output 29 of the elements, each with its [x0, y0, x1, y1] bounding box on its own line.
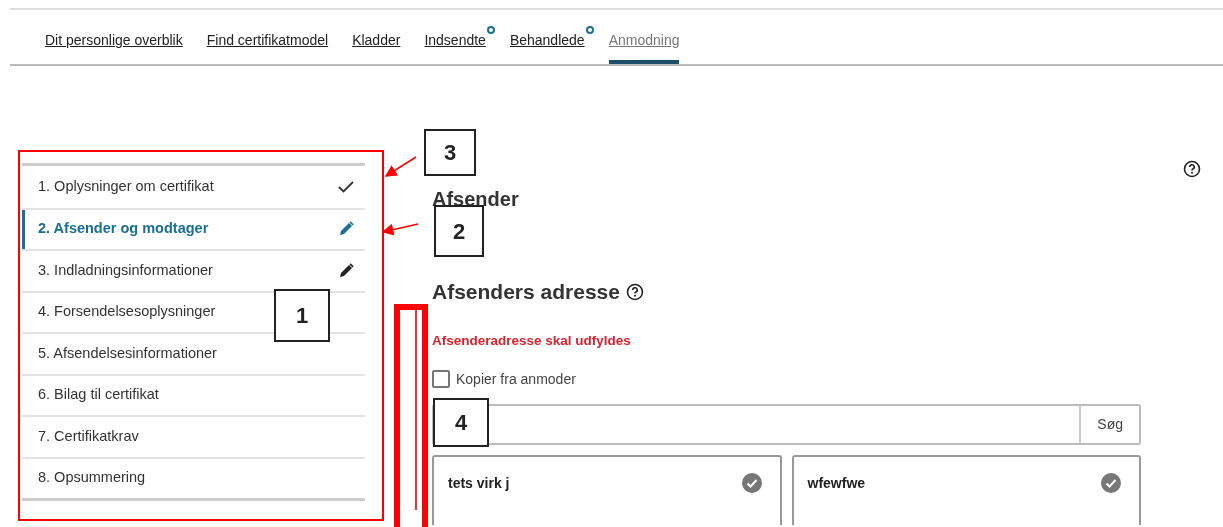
help-icon[interactable] — [625, 282, 644, 301]
search-button[interactable]: Søg — [1079, 405, 1139, 443]
nav-tab[interactable]: Indsendte — [424, 26, 486, 64]
error-message: Afsenderadresse skal udfyldes — [432, 331, 632, 350]
address-card[interactable]: tets virk j — [432, 454, 782, 525]
nav-tab[interactable]: Anmodning — [608, 26, 680, 64]
address-card[interactable]: wfewfwe — [791, 454, 1141, 525]
help-icon[interactable] — [1183, 160, 1201, 178]
address-name: tets virk j — [448, 473, 510, 493]
nav-tab[interactable]: Kladder — [352, 26, 401, 64]
callout-label: 4 — [433, 398, 489, 447]
checkbox-label: Kopier fra anmoder — [456, 369, 576, 389]
checkbox[interactable] — [432, 370, 450, 389]
step-item[interactable]: 1. Oplysninger om certifikat — [22, 166, 365, 208]
callout-label: 1 — [274, 289, 330, 342]
step-item[interactable]: 6. Bilag til certifikat — [22, 373, 365, 415]
callout-label: 3 — [424, 129, 476, 176]
callout-label: 2 — [434, 205, 484, 257]
arrow — [384, 156, 417, 177]
arrow — [381, 223, 419, 236]
step-item[interactable]: 7. Certifikatkrav — [22, 415, 365, 457]
pencil-icon — [337, 261, 355, 280]
nav-tab[interactable]: Find certifikatmodel — [206, 26, 329, 64]
nav-tab[interactable]: Dit personlige overblik — [45, 26, 183, 64]
step-item[interactable]: 8. Opsummering — [22, 456, 365, 498]
nav-tab[interactable]: Behandlede — [509, 26, 585, 64]
step-item[interactable]: 2. Afsender og modtager — [22, 207, 365, 249]
section-heading: Afsenders adresse — [432, 279, 620, 305]
address-name: wfewfwe — [807, 473, 866, 493]
